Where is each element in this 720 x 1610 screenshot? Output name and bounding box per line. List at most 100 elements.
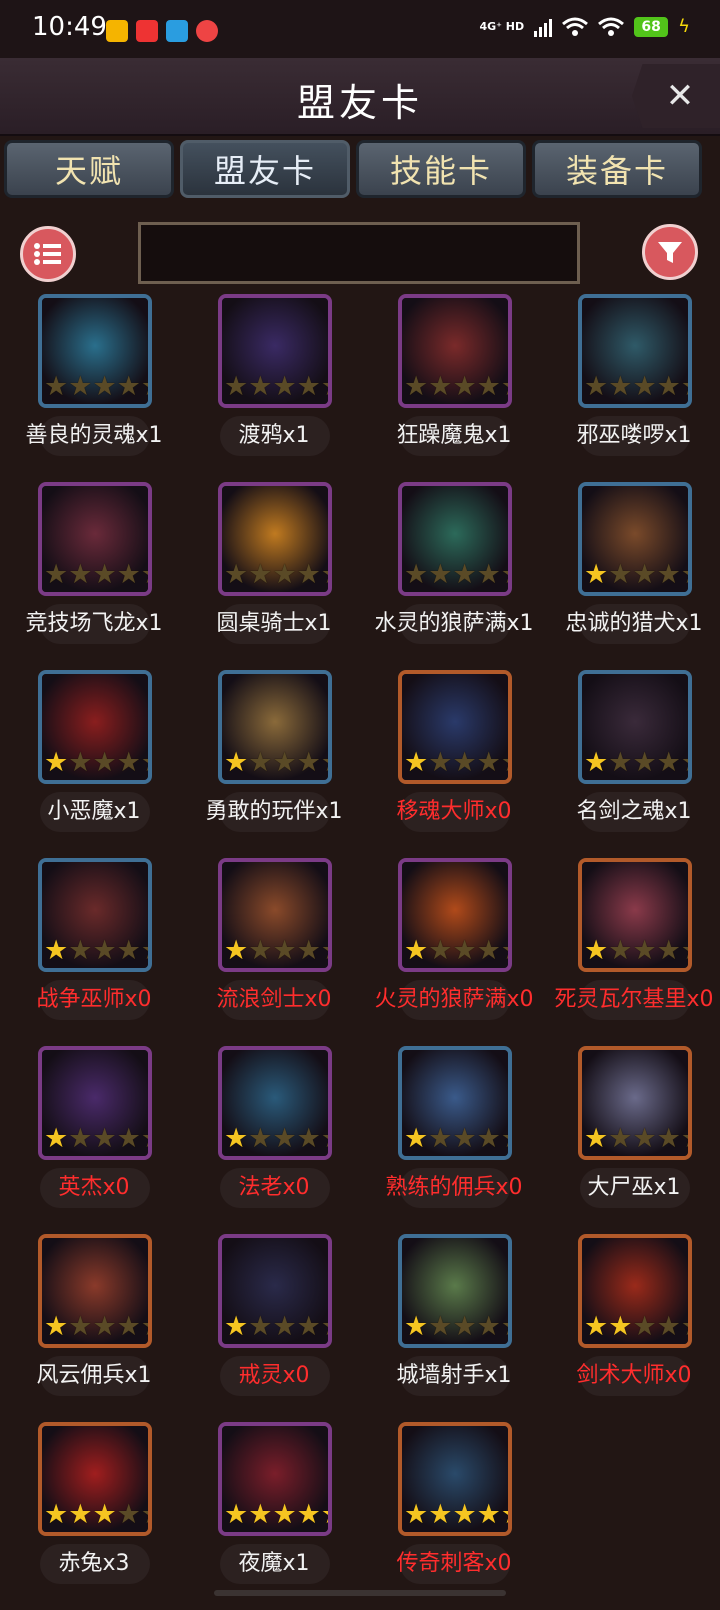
filter-button[interactable]	[642, 224, 698, 280]
star-icon: ★	[452, 559, 477, 590]
tab-talent[interactable]: 天赋	[4, 140, 174, 198]
ally-card[interactable]: ★★★★★剑术大师x0	[544, 1234, 720, 1422]
star-icon: ★	[632, 1123, 657, 1154]
card-name: 剑术大师x0	[576, 1363, 692, 1388]
star-icon: ★	[141, 1313, 148, 1340]
star-rating: ★★★★★	[404, 371, 508, 402]
star-icon: ★	[584, 371, 609, 402]
star-icon: ★	[92, 747, 117, 778]
star-icon: ★	[452, 1311, 477, 1342]
ally-card[interactable]: ★★★★★善良的灵魂x1	[4, 294, 184, 482]
star-icon: ★	[116, 371, 141, 402]
star-icon: ★	[452, 747, 477, 778]
page-title: 盟友卡	[296, 81, 423, 125]
star-icon: ★	[656, 1311, 681, 1342]
card-name: 渡鸦x1	[238, 423, 310, 448]
wifi-icon	[598, 17, 625, 36]
ally-card[interactable]: ★★★★★ 忠诚的猎犬x1	[544, 482, 720, 670]
card-name: 戒灵x0	[238, 1363, 310, 1388]
star-icon: ★	[321, 1313, 328, 1340]
ally-card[interactable]: ★★★★★流浪剑士x0	[184, 858, 364, 1046]
ally-card[interactable]: ★★★★★移魂大师x0	[364, 670, 544, 858]
ally-card[interactable]: ★★★★★邪巫喽啰x1	[544, 294, 720, 482]
close-button[interactable]: ✕	[632, 64, 720, 128]
card-name: 战争巫师x0	[36, 987, 152, 1012]
star-icon: ★	[44, 1499, 69, 1530]
star-icon: ★	[272, 1499, 297, 1530]
ally-card[interactable]: ★★★★★竞技场飞龙x1	[4, 482, 184, 670]
ally-card[interactable]: ★★★★★名剑之魂x1	[544, 670, 720, 858]
star-icon: ★	[141, 1125, 148, 1152]
ally-card[interactable]: ★★★★★大尸巫x1	[544, 1046, 720, 1234]
star-icon: ★	[92, 935, 117, 966]
card-name: 夜魔x1	[238, 1551, 310, 1576]
ally-card[interactable]: ★★★★★战争巫师x0	[4, 858, 184, 1046]
ally-card[interactable]: ★★★★★夜魔x1	[184, 1422, 364, 1610]
ally-card[interactable]: ★★★★★渡鸦x1	[184, 294, 364, 482]
star-icon: ★	[608, 935, 633, 966]
star-icon: ★	[321, 561, 328, 588]
star-icon: ★	[44, 935, 69, 966]
search-input[interactable]	[138, 222, 580, 284]
telegram-icon	[166, 20, 188, 42]
star-icon: ★	[428, 559, 453, 590]
ally-card[interactable]: ★★★★★城墙射手x1	[364, 1234, 544, 1422]
star-icon: ★	[501, 1501, 508, 1528]
star-icon: ★	[296, 1499, 321, 1530]
star-icon: ★	[452, 371, 477, 402]
weibo-icon	[196, 20, 218, 42]
ally-card[interactable]: ★★★★★风云佣兵x1	[4, 1234, 184, 1422]
star-rating: ★★★★★	[584, 561, 688, 588]
star-icon: ★	[141, 937, 148, 964]
ally-card[interactable]: ★★★★★火灵的狼萨满x0	[364, 858, 544, 1046]
card-portrait: ★★★★★	[578, 670, 692, 784]
card-name: 忠诚的猎犬x1	[565, 611, 703, 636]
star-icon: ★	[224, 935, 249, 966]
card-name: 移魂大师x0	[396, 799, 512, 824]
star-icon: ★	[632, 935, 657, 966]
ally-card[interactable]: ★★★★★ 熟练的佣兵x0	[364, 1046, 544, 1234]
ally-card[interactable]: ★★★★★传奇刺客x0	[364, 1422, 544, 1610]
star-icon: ★	[116, 559, 141, 590]
card-portrait: ★★★★★	[38, 294, 152, 408]
card-portrait: ★★★★★	[398, 294, 512, 408]
card-name: 熟练的佣兵x0	[385, 1175, 523, 1200]
network-indicator: 4G⁺ HD	[479, 20, 525, 33]
ally-card[interactable]: ★★★★★狂躁魔鬼x1	[364, 294, 544, 482]
star-icon: ★	[404, 371, 429, 402]
star-icon: ★	[296, 747, 321, 778]
star-icon: ★	[428, 935, 453, 966]
list-button[interactable]	[20, 226, 76, 282]
star-icon: ★	[68, 1311, 93, 1342]
ally-card[interactable]: ★★★★★勇敢的玩伴x1	[184, 670, 364, 858]
star-icon: ★	[68, 747, 93, 778]
star-rating: ★★★★★	[404, 559, 508, 590]
ally-card[interactable]: ★★★★★死灵瓦尔基里x0	[544, 858, 720, 1046]
star-icon: ★	[501, 937, 508, 964]
star-icon: ★	[116, 747, 141, 778]
card-portrait: ★★★★★	[578, 1046, 692, 1160]
ally-card[interactable]: ★★★★★赤兔x3	[4, 1422, 184, 1610]
star-icon: ★	[608, 1123, 633, 1154]
ally-card[interactable]: ★★★★★法老x0	[184, 1046, 364, 1234]
tab-ally-cards[interactable]: 盟友卡	[180, 140, 350, 198]
card-name: 竞技场飞龙x1	[25, 611, 163, 636]
card-portrait: ★★★★★	[218, 670, 332, 784]
ally-card[interactable]: ★★★★★水灵的狼萨满x1	[364, 482, 544, 670]
star-icon: ★	[476, 1123, 501, 1154]
tab-skill-cards[interactable]: 技能卡	[356, 140, 526, 198]
card-portrait: ★★★★★	[38, 1234, 152, 1348]
star-icon: ★	[92, 1499, 117, 1530]
star-rating: ★★★★★	[584, 935, 688, 966]
star-icon: ★	[116, 1123, 141, 1154]
tab-equipment-cards[interactable]: 装备卡	[532, 140, 702, 198]
star-icon: ★	[584, 1311, 609, 1342]
ally-card[interactable]: ★★★★★圆桌骑士x1	[184, 482, 364, 670]
card-name: 赤兔x3	[58, 1551, 130, 1576]
card-portrait: ★★★★★	[398, 1046, 512, 1160]
ally-card[interactable]: ★★★★★戒灵x0	[184, 1234, 364, 1422]
ally-card[interactable]: ★★★★★小恶魔x1	[4, 670, 184, 858]
card-name: 法老x0	[238, 1175, 310, 1200]
star-icon: ★	[404, 747, 429, 778]
ally-card[interactable]: ★★★★★英杰x0	[4, 1046, 184, 1234]
